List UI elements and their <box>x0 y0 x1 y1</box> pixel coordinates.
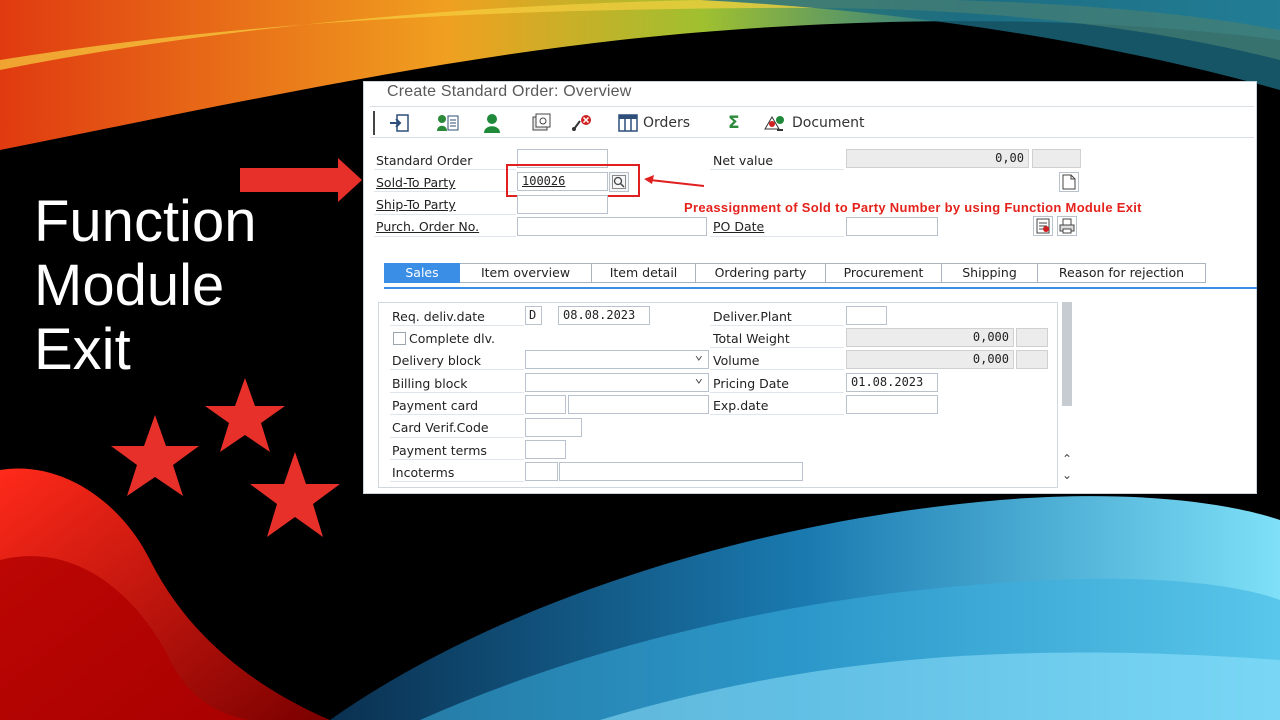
scrollbar-thumb[interactable] <box>1062 302 1072 406</box>
sap-window: Create Standard Order: Overview Orders Σ… <box>363 81 1257 494</box>
tab-ordering-party[interactable]: Ordering party <box>696 263 826 283</box>
delivery-block-select[interactable] <box>525 347 709 369</box>
req-deliv-date-field[interactable]: 08.08.2023 <box>558 306 650 325</box>
incoterms-location-field[interactable] <box>559 462 803 481</box>
tab-item-overview[interactable]: Item overview <box>460 263 592 283</box>
orders-table-icon <box>618 114 638 132</box>
incoterms-field[interactable] <box>525 462 558 481</box>
slide-title-line: Exit <box>34 317 131 382</box>
pricing-date-field[interactable]: 01.08.2023 <box>846 373 938 392</box>
tab-procurement[interactable]: Procurement <box>826 263 942 283</box>
document-page-icon <box>1062 174 1076 190</box>
payment-card-number-field[interactable] <box>568 395 709 414</box>
net-value-label: Net value <box>713 153 774 168</box>
volume-label: Volume <box>713 353 760 368</box>
tab-sales[interactable]: Sales <box>384 263 460 283</box>
tab-shipping[interactable]: Shipping <box>942 263 1038 283</box>
display-doc-flow-icon <box>437 115 459 131</box>
tab-item-detail[interactable]: Item detail <box>592 263 696 283</box>
pricing-date-label: Pricing Date <box>713 376 789 391</box>
payment-card-type-field[interactable] <box>525 395 566 414</box>
print-preview-button[interactable] <box>1033 216 1053 236</box>
po-date-label: PO Date <box>713 219 765 234</box>
deliver-plant-label: Deliver.Plant <box>713 309 792 324</box>
currency-field <box>1032 149 1081 168</box>
net-value-field: 0,00 <box>846 149 1029 168</box>
billing-block-label: Billing block <box>392 376 468 391</box>
po-date-field[interactable] <box>846 217 938 236</box>
star-icon <box>111 415 199 496</box>
standard-order-label: Standard Order <box>376 153 473 168</box>
scroll-down-icon[interactable]: ⌄ <box>1060 468 1074 482</box>
document-label: Document <box>792 115 865 131</box>
total-weight-label: Total Weight <box>713 331 790 346</box>
payment-terms-label: Payment terms <box>392 443 487 458</box>
sum-button[interactable]: Σ <box>728 112 740 134</box>
star-icon <box>250 452 340 537</box>
print-preview-icon <box>1036 218 1050 234</box>
exp-date-field[interactable] <box>846 395 938 414</box>
deletion-icon <box>572 115 591 131</box>
highlight-box <box>506 164 640 197</box>
vertical-scrollbar[interactable]: ⌃ ⌄ <box>1060 302 1074 488</box>
slide-title-line: Module <box>34 253 225 318</box>
complete-delivery-label: Complete dlv. <box>409 331 496 346</box>
document-button[interactable]: Document <box>763 112 865 134</box>
business-partner-icon <box>484 114 500 133</box>
date-format-field[interactable]: D <box>525 306 542 325</box>
payment-terms-field[interactable] <box>525 440 566 459</box>
display-doc-flow-button[interactable] <box>436 112 460 134</box>
scroll-up-icon[interactable]: ⌃ <box>1060 452 1074 466</box>
total-weight-field: 0,000 <box>846 328 1014 347</box>
orders-label: Orders <box>643 115 691 131</box>
slide-title-line: Function <box>34 189 257 254</box>
complete-delivery-checkbox[interactable] <box>393 332 406 345</box>
toolbar-separator <box>373 111 375 135</box>
annotation-text: Preassignment of Sold to Party Number by… <box>684 200 1142 215</box>
purch-order-field[interactable] <box>517 217 707 236</box>
application-toolbar: Orders Σ Document <box>370 106 1254 138</box>
delivery-block-label: Delivery block <box>392 353 482 368</box>
tab-underline <box>384 287 1257 289</box>
billing-block-select[interactable] <box>525 370 709 392</box>
incoterms-label: Incoterms <box>392 465 455 480</box>
card-verif-code-field[interactable] <box>525 418 582 437</box>
card-verif-code-label: Card Verif.Code <box>392 420 489 435</box>
exp-date-label: Exp.date <box>713 398 769 413</box>
enter-button[interactable] <box>388 112 410 134</box>
volume-field: 0,000 <box>846 350 1014 369</box>
document-icon <box>764 116 784 131</box>
sum-icon: Σ <box>728 113 740 133</box>
enter-icon <box>390 114 409 132</box>
ship-to-party-field[interactable] <box>517 195 608 214</box>
deliver-plant-field[interactable] <box>846 306 887 325</box>
status-overview-icon <box>532 113 551 131</box>
display-doc-button[interactable] <box>1059 172 1079 192</box>
printer-icon <box>1059 218 1075 234</box>
tab-reason-for-rejection[interactable]: Reason for rejection <box>1038 263 1206 283</box>
sold-to-party-label: Sold-To Party <box>376 175 456 190</box>
req-deliv-date-label: Req. deliv.date <box>392 309 485 324</box>
purch-order-label: Purch. Order No. <box>376 219 480 234</box>
ship-to-party-label: Ship-To Party <box>376 197 456 212</box>
delete-button[interactable] <box>570 112 594 134</box>
window-title: Create Standard Order: Overview <box>387 83 632 100</box>
weight-unit-field <box>1016 328 1048 347</box>
business-partner-button[interactable] <box>482 112 502 134</box>
print-button[interactable] <box>1057 216 1077 236</box>
orders-button[interactable]: Orders <box>618 112 690 134</box>
annotation-arrow-icon <box>644 175 705 187</box>
volume-unit-field <box>1016 350 1048 369</box>
star-icon <box>205 378 285 452</box>
slide-title: Function Module Exit <box>34 190 364 382</box>
status-overview-button[interactable] <box>530 112 554 134</box>
payment-card-label: Payment card <box>392 398 479 413</box>
tab-strip: Sales Item overview Item detail Ordering… <box>384 263 1206 283</box>
